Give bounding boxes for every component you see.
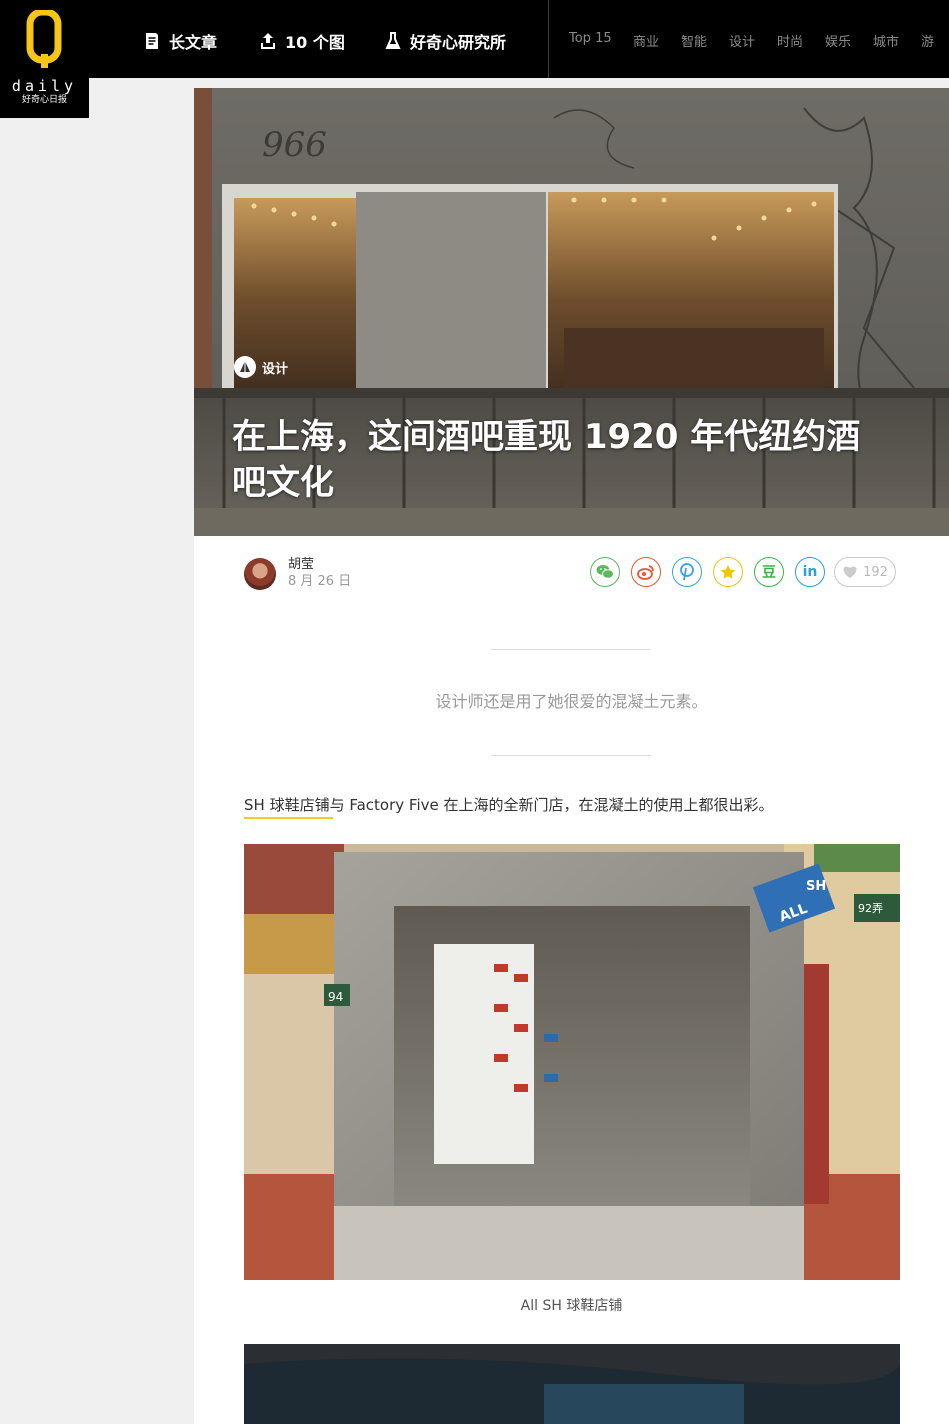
link-underline	[244, 817, 333, 819]
nav-long-articles[interactable]: 长文章	[144, 29, 217, 53]
lead-text: 与 Factory Five 在上海的全新门店，在混凝土的使用上都很出彩。	[329, 796, 774, 814]
share-weibo-button[interactable]	[631, 557, 661, 587]
image-caption: All SH 球鞋店铺	[520, 1298, 623, 1314]
author-name[interactable]: 胡莹	[288, 556, 351, 573]
wall-sign-966: 966	[262, 125, 327, 165]
category-city[interactable]: 城市	[873, 31, 899, 50]
share-linkedin-button[interactable]: in	[795, 557, 825, 587]
share-bar: 豆 in 192	[590, 557, 896, 587]
nav-ten-pictures[interactable]: 10 个图	[260, 29, 345, 53]
nav-label: 好奇心研究所	[410, 33, 507, 52]
site-logo[interactable]: daily 好奇心日报	[0, 0, 89, 118]
weibo-icon	[637, 565, 654, 580]
category-intelligence[interactable]: 智能	[681, 31, 707, 50]
nav-label: 长文章	[169, 33, 218, 52]
linkedin-icon: in	[802, 564, 818, 580]
heart-icon	[843, 566, 857, 578]
favorite-button[interactable]	[713, 557, 743, 587]
like-button[interactable]: 192	[834, 557, 896, 587]
author-avatar[interactable]	[244, 557, 276, 590]
article-image-second	[244, 1344, 900, 1424]
house-number-plate: 94	[328, 990, 343, 1004]
share-douban-button[interactable]: 豆	[754, 557, 784, 587]
article-title: 在上海，这间酒吧重现 1920 年代纽约酒吧文化	[232, 417, 861, 503]
top-navigation-bar: 长文章 10 个图 好奇心研究所 Top 15 商业 智能 设计 时尚 娱乐 城…	[0, 0, 949, 78]
star-icon	[720, 565, 736, 579]
category-games[interactable]: 游	[921, 31, 934, 50]
publish-date: 8 月 26 日	[288, 574, 352, 589]
category-entertainment[interactable]: 娱乐	[825, 31, 851, 50]
category-tag[interactable]: 设计	[234, 356, 288, 378]
storefront-photo: ALL SH 94 92弄	[244, 844, 900, 1280]
douban-icon: 豆	[762, 565, 776, 581]
logo-wordmark: daily	[11, 77, 78, 95]
summary-divider-top	[491, 649, 651, 650]
document-icon	[146, 33, 158, 49]
author-meta: 胡莹 8 月 26 日	[244, 556, 351, 591]
nav-label: 10 个图	[285, 33, 345, 52]
article-summary: 设计师还是用了她很爱的混凝土元素。	[435, 692, 708, 711]
category-tag-label: 设计	[262, 361, 289, 377]
upload-icon	[261, 33, 275, 49]
lead-link-sh[interactable]: SH 球鞋店铺	[244, 796, 330, 814]
lead-paragraph: SH 球鞋店铺与 Factory Five 在上海的全新门店，在混凝土的使用上都…	[244, 794, 774, 815]
category-design[interactable]: 设计	[729, 31, 755, 50]
sign-sh: SH	[806, 879, 826, 894]
flask-icon	[385, 32, 401, 49]
second-photo-top	[244, 1344, 900, 1424]
article-card: 966 设计 在上海，这间酒吧重现 1920 年代纽约酒吧文化 胡莹 8 月 2…	[194, 88, 949, 1424]
hero-image: 966 设计 在上海，这间酒吧重现 1920 年代纽约酒吧文化	[194, 88, 949, 536]
logo-tagline: 好奇心日报	[21, 95, 67, 105]
share-wechat-button[interactable]	[590, 557, 620, 587]
nav-curiosity-lab[interactable]: 好奇心研究所	[385, 29, 506, 53]
article-image-storefront: ALL SH 94 92弄	[244, 844, 900, 1280]
nav-divider	[548, 0, 549, 78]
q-logo-mark	[26, 10, 62, 68]
pinterest-icon	[680, 563, 694, 581]
share-pinterest-button[interactable]	[672, 557, 702, 587]
lane-number-plate: 92弄	[858, 902, 883, 915]
compass-icon	[234, 356, 256, 378]
category-top15[interactable]: Top 15	[569, 31, 612, 46]
category-business[interactable]: 商业	[633, 31, 659, 50]
like-count: 192	[863, 564, 888, 580]
wechat-icon	[596, 565, 614, 579]
category-fashion[interactable]: 时尚	[777, 31, 803, 50]
summary-divider-bottom	[491, 755, 651, 756]
